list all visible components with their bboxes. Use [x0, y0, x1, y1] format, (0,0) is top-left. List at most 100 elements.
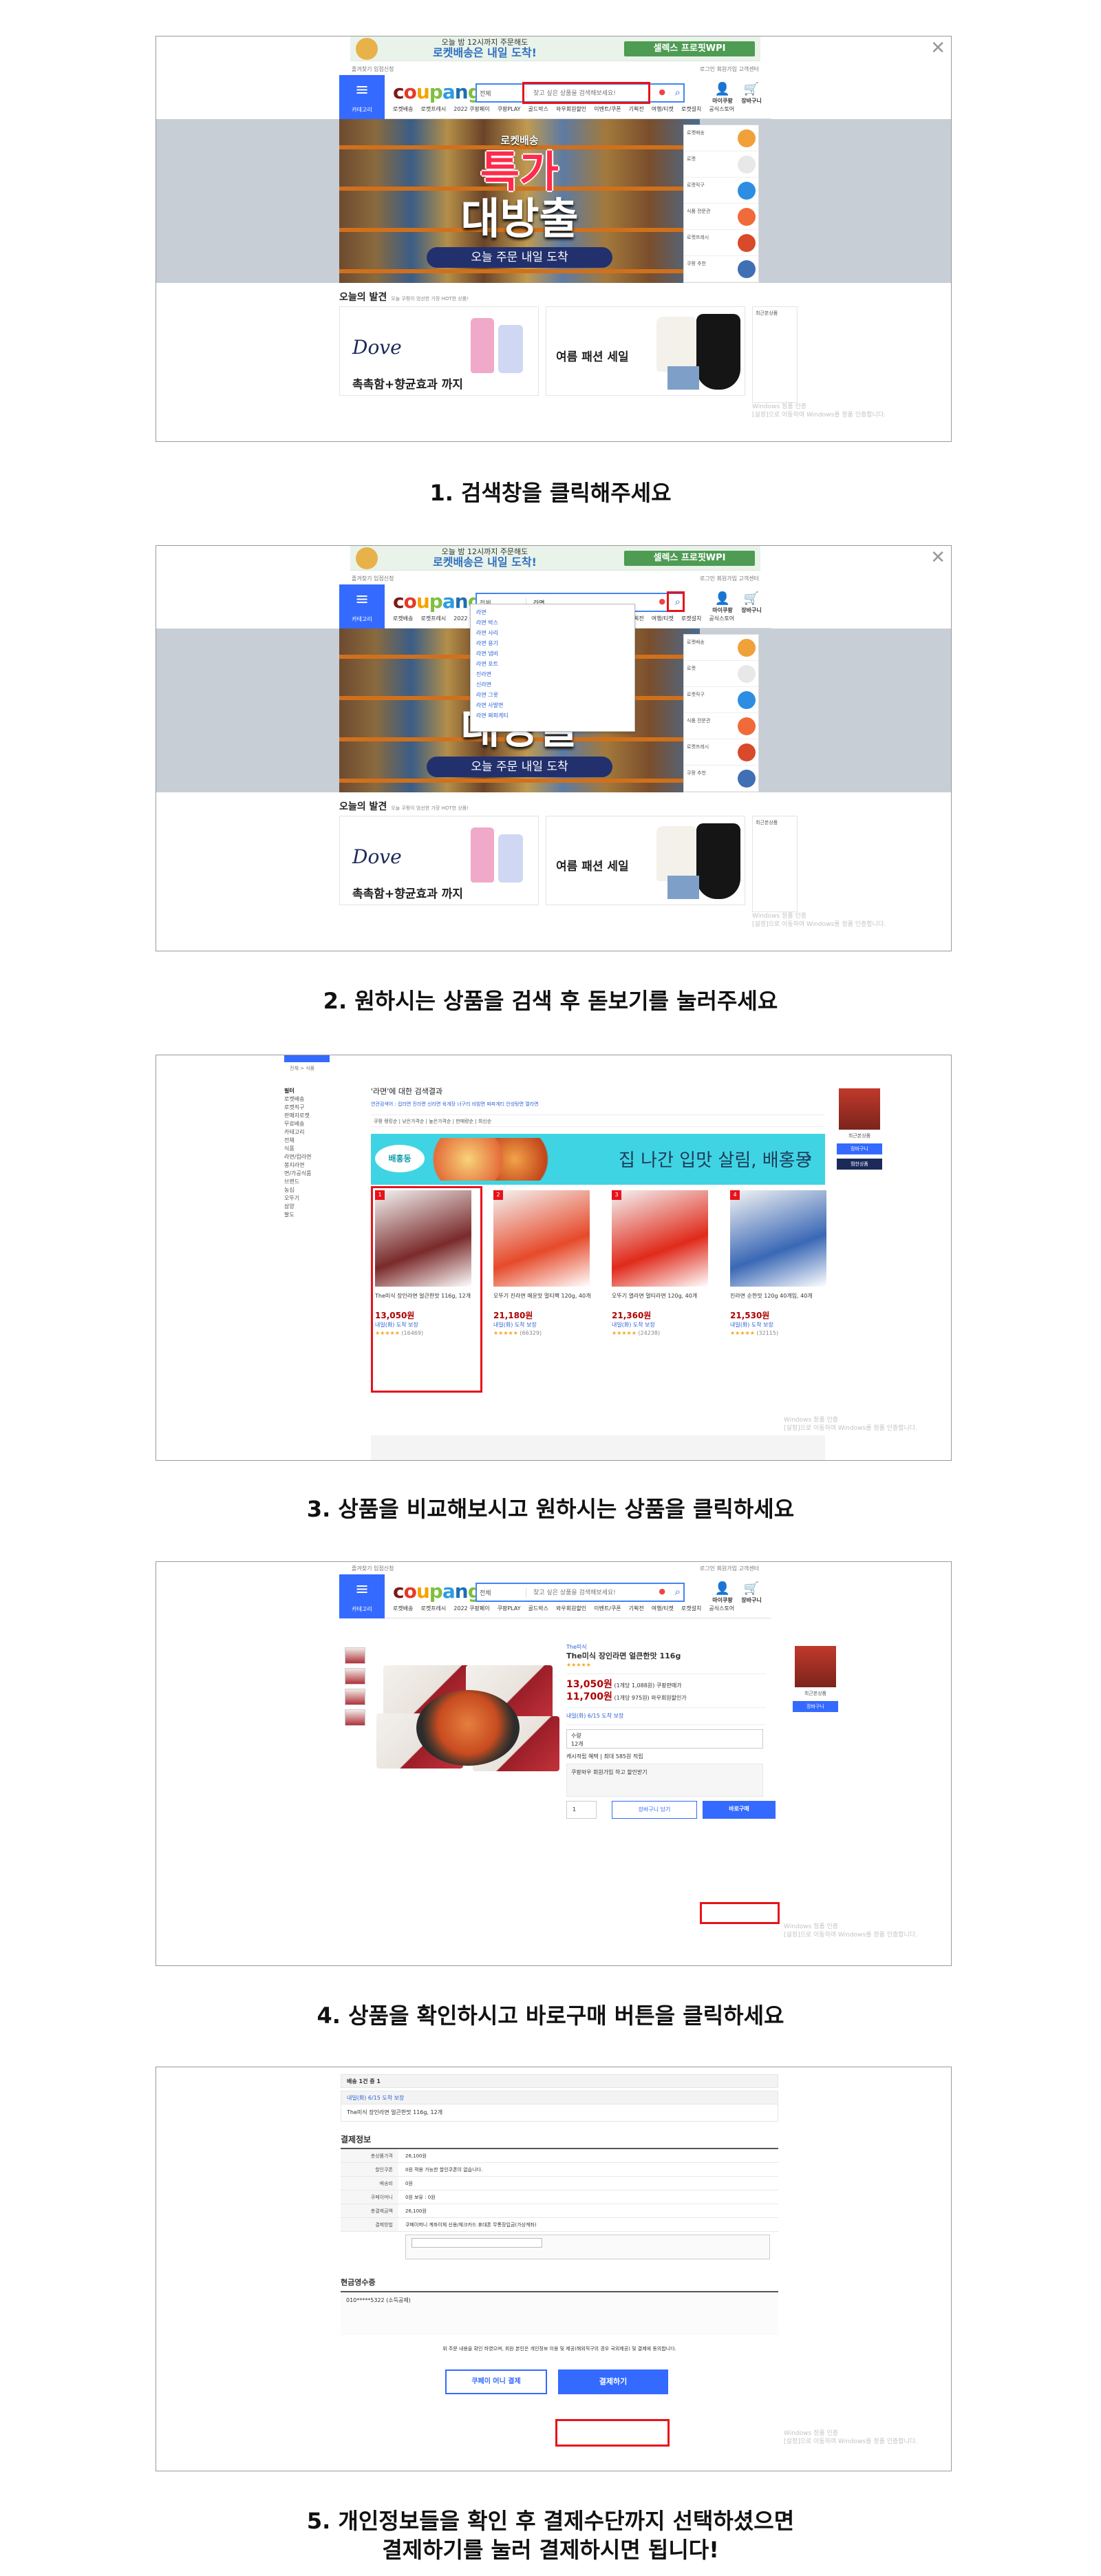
filter-item[interactable]: 식품	[284, 1145, 367, 1153]
cart-button[interactable]: 🛒 장바구니	[737, 1581, 766, 1604]
nav-item[interactable]: 공식스토어	[709, 1605, 734, 1612]
search-category-select[interactable]: 전체	[480, 89, 526, 98]
my-coupang-button[interactable]: 👤 마이쿠팡	[708, 82, 737, 105]
payment-method-detail[interactable]	[405, 2235, 770, 2259]
coupay-money-button[interactable]: 쿠페이 머니 결제	[445, 2369, 547, 2394]
recent-products[interactable]: 최근본상품	[752, 816, 798, 912]
bank-select[interactable]	[411, 2238, 542, 2248]
ad-banner[interactable]: 배홍동 집 나간 입맛 살림, 배홍동 ›	[371, 1134, 825, 1185]
search-icon[interactable]: ⌕	[675, 86, 681, 98]
cart-button[interactable]: 🛒 장바구니	[737, 591, 766, 614]
product-brand[interactable]: The미식	[566, 1643, 766, 1651]
sort-tools[interactable]: 쿠팡 랭킹순 | 낮은가격순 | 높은가격순 | 판매량순 | 최신순	[371, 1115, 825, 1127]
search-icon[interactable]: ⌕	[675, 1585, 681, 1598]
nav-item[interactable]: 2022 쿠팡페이	[453, 106, 489, 112]
nav-item[interactable]: 로켓설치	[681, 615, 701, 622]
coupang-logo[interactable]: coupang	[393, 82, 482, 103]
filter-item[interactable]: 농심	[284, 1186, 367, 1194]
coupang-logo[interactable]: coupang	[393, 1581, 482, 1602]
buy-now-button[interactable]: 바로구매	[703, 1801, 776, 1819]
nav-item[interactable]: 로켓프레시	[420, 106, 446, 112]
add-to-cart-button[interactable]: 장바구니 담기	[612, 1801, 697, 1819]
thumbnail[interactable]	[345, 1709, 365, 1726]
quantity-input[interactable]: 1	[566, 1801, 597, 1819]
nav-item[interactable]: 로켓배송	[393, 1605, 413, 1612]
category-button[interactable]: ≡ 카테고리	[339, 1574, 385, 1618]
nav-item[interactable]: 쿠팡PLAY	[498, 106, 521, 112]
my-coupang-button[interactable]: 👤 마이쿠팡	[708, 1581, 737, 1604]
thumbnail[interactable]	[345, 1689, 365, 1705]
suggestion-item[interactable]: 진라면	[476, 669, 629, 679]
side-panel-item[interactable]: 로켓프레시	[684, 739, 758, 766]
filter-item[interactable]: 면/가공식품	[284, 1170, 367, 1178]
suggestion-item[interactable]: 라면	[476, 607, 629, 617]
nav-item[interactable]: 로켓배송	[393, 106, 413, 112]
hero-banner[interactable]: 로켓배송 특가 대방출 오늘 주문 내일 도착 로켓배송로켓로켓직구식품 전문관…	[156, 119, 951, 283]
suggestion-item[interactable]: 신라면	[476, 679, 629, 690]
util-left[interactable]: 즐겨찾기 입점신청	[352, 65, 394, 73]
rail-cart-button[interactable]: 장바구니	[837, 1143, 882, 1154]
nav-item[interactable]: 로켓설치	[681, 106, 701, 112]
promo-card-dove[interactable]: Dove 촉촉함+향균효과 까지	[339, 816, 539, 905]
suggestion-item[interactable]: 라면 용기	[476, 638, 629, 648]
membership-link[interactable]: 쿠팡와우 회원가입 하고 할인받기	[571, 1769, 648, 1775]
filter-item[interactable]: 로켓직구	[284, 1104, 367, 1112]
side-panel-item[interactable]: 로켓	[684, 151, 758, 178]
filter-item[interactable]: 전체	[284, 1137, 367, 1145]
close-icon[interactable]: ✕	[930, 39, 945, 57]
top-banner-right[interactable]: 셀렉스 프로핏WPI	[624, 41, 755, 56]
mic-icon[interactable]: ●	[659, 87, 665, 96]
nav-item[interactable]: 로켓배송	[393, 615, 413, 622]
close-icon[interactable]: ✕	[930, 549, 945, 567]
util-left[interactable]: 즐겨찾기 입점신청	[352, 1565, 394, 1572]
product-main-image[interactable]	[376, 1665, 559, 1781]
util-right[interactable]: 로그인 회원가입 고객센터	[700, 65, 759, 73]
top-banner-right[interactable]: 셀렉스 프로핏WPI	[624, 551, 755, 566]
nav-item[interactable]: 여행/티켓	[652, 106, 674, 112]
suggestion-item[interactable]: 라면 포트	[476, 659, 629, 669]
option-select[interactable]: 수량 12개	[566, 1729, 763, 1749]
recent-products[interactable]: 최근본상품	[752, 306, 798, 403]
filter-item[interactable]: 무료배송	[284, 1120, 367, 1128]
filter-item[interactable]: 카테고리	[284, 1128, 367, 1137]
nav-item[interactable]: 골드박스	[528, 106, 548, 112]
product-card[interactable]: 2 오뚜기 진라면 매운맛 멀티팩 120g, 40개 21,180원 내일(화) 도…	[493, 1190, 597, 1390]
product-card[interactable]: 3 오뚜기 열라면 멀티라면 120g, 40개 21,360원 내일(화) 도착 보…	[612, 1190, 715, 1390]
side-panel-item[interactable]: 식품 전문관	[684, 713, 758, 739]
top-banner[interactable]: 오늘 밤 12시까지 주문해도 로켓배송은 내일 도착! 셀렉스 프로핏WPI	[350, 546, 760, 571]
nav-item[interactable]: 골드박스	[528, 1605, 548, 1612]
suggestion-item[interactable]: 라면 그릇	[476, 690, 629, 700]
nav-item[interactable]: 로켓프레시	[420, 1605, 446, 1612]
filter-item[interactable]: 삼양	[284, 1203, 367, 1211]
rail-wish-button[interactable]: 찜한상품	[837, 1159, 882, 1170]
suggestion-item[interactable]: 라면 짜파게티	[476, 710, 629, 721]
util-left[interactable]: 즐겨찾기 입점신청	[352, 575, 394, 582]
breadcrumb[interactable]: 전체 > 식품	[284, 1062, 951, 1080]
top-banner[interactable]: 오늘 밤 12시까지 주문해도 로켓배송은 내일 도착! 셀렉스 프로핏WPI	[350, 36, 760, 61]
nav-item[interactable]: 여행/티켓	[652, 1605, 674, 1612]
suggestion-item[interactable]: 라면 박스	[476, 617, 629, 628]
search-category-select[interactable]: 전체	[480, 1588, 526, 1597]
side-panel-item[interactable]: 로켓직구	[684, 687, 758, 713]
rail-cart-button[interactable]: 장바구니	[793, 1701, 838, 1712]
nav-item[interactable]: 와우회원할인	[556, 1605, 586, 1612]
filter-item[interactable]: 오뚜기	[284, 1194, 367, 1203]
side-panel-item[interactable]: 쿠팡 추천	[684, 766, 758, 792]
nav-item[interactable]: 쿠팡PLAY	[498, 1605, 521, 1612]
nav-item[interactable]: 공식스토어	[709, 615, 734, 622]
nav-item[interactable]: 와우회원할인	[556, 106, 586, 112]
filter-item[interactable]: 봉지라면	[284, 1161, 367, 1170]
promo-card-fashion[interactable]: 여름 패션 세일	[546, 816, 745, 905]
nav-item[interactable]: 여행/티켓	[652, 615, 674, 622]
recent-product-thumb[interactable]	[839, 1088, 880, 1130]
pay-button[interactable]: 결제하기	[558, 2369, 668, 2394]
filter-item[interactable]: 라면/컵라면	[284, 1153, 367, 1161]
my-coupang-button[interactable]: 👤 마이쿠팡	[708, 591, 737, 614]
product-card[interactable]: 4 진라면 순한맛 120g 40개입, 40개 21,530원 내일(화) 도착 보…	[730, 1190, 833, 1390]
coupang-logo[interactable]: coupang	[393, 591, 482, 612]
thumbnail[interactable]	[345, 1668, 365, 1685]
filter-item[interactable]: 팔도	[284, 1211, 367, 1219]
thumbnail[interactable]	[345, 1647, 365, 1664]
side-panel-item[interactable]: 로켓배송	[684, 635, 758, 661]
mic-icon[interactable]: ●	[659, 1587, 665, 1596]
